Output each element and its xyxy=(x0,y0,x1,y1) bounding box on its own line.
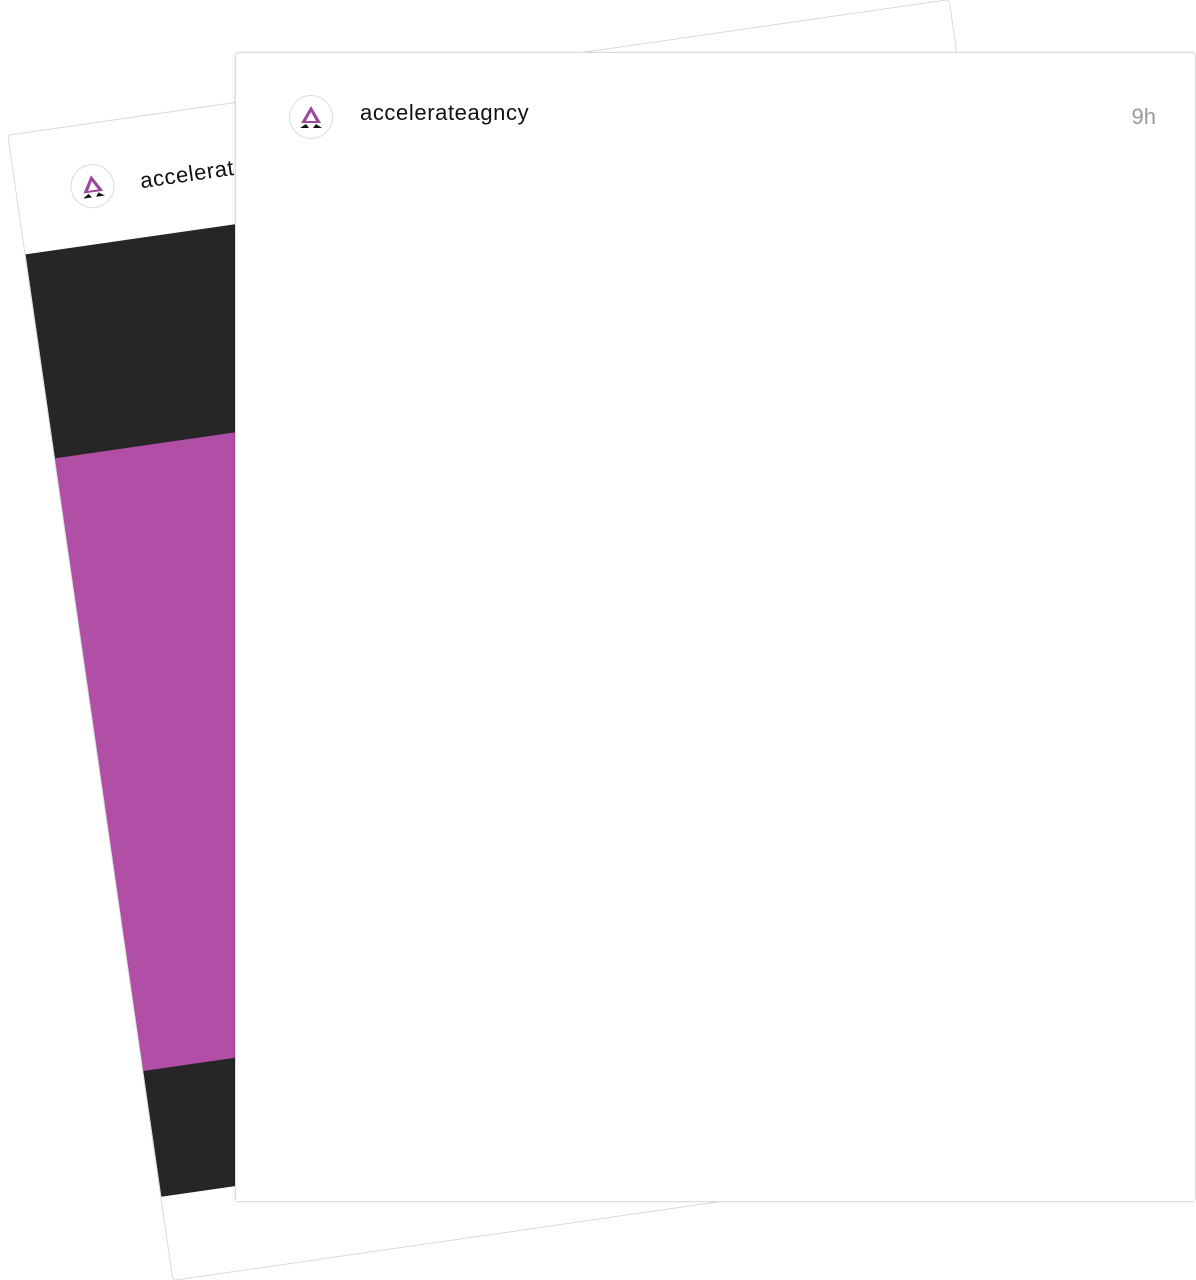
post-stack: accelerateagncy accelerateagncy 9h xyxy=(0,0,1196,1280)
front-post-card[interactable]: accelerateagncy 9h xyxy=(235,52,1196,1202)
post-image[interactable] xyxy=(236,183,1195,1201)
avatar[interactable] xyxy=(67,161,118,212)
post-timestamp: 9h xyxy=(1131,104,1156,129)
post-username[interactable]: accelerateagncy xyxy=(360,100,529,126)
avatar[interactable] xyxy=(289,95,333,139)
accelerate-logo-icon xyxy=(300,106,322,128)
accelerate-logo-icon xyxy=(83,175,105,199)
post-header: accelerateagncy 9h xyxy=(236,53,1195,183)
